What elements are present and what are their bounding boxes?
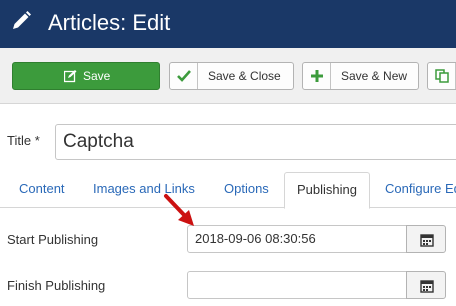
edit-icon <box>63 63 77 89</box>
save-as-copy-button[interactable] <box>427 62 456 90</box>
tab-publishing[interactable]: Publishing <box>284 172 370 209</box>
page-title: Articles: Edit <box>48 10 171 35</box>
save-label: Save <box>83 69 111 83</box>
start-publishing-input[interactable]: 2018-09-06 08:30:56 <box>187 225 407 253</box>
tab-bar: Content Images and Links Options Publish… <box>0 172 456 209</box>
pencil-icon <box>10 10 32 32</box>
finish-publishing-input[interactable] <box>187 271 407 299</box>
save-new-label: Save & New <box>341 69 408 83</box>
title-label: Title * <box>7 133 40 148</box>
finish-publishing-label: Finish Publishing <box>7 278 106 293</box>
tab-configure-edit-screen[interactable]: Configure Ed <box>385 172 456 208</box>
copy-icon <box>428 63 456 89</box>
start-publishing-calendar-button[interactable] <box>406 225 446 253</box>
calendar-icon <box>420 280 434 293</box>
tab-content[interactable]: Content <box>19 172 65 208</box>
calendar-icon <box>420 234 434 247</box>
annotation-arrow <box>164 194 194 226</box>
save-button[interactable]: Save <box>12 62 160 90</box>
finish-publishing-calendar-button[interactable] <box>406 271 446 299</box>
save-new-button[interactable]: Save & New <box>302 62 419 90</box>
title-input[interactable]: Captcha <box>55 124 456 160</box>
plus-icon <box>303 63 331 89</box>
save-close-label: Save & Close <box>208 69 281 83</box>
toolbar: Save Save & Close Save & New <box>0 48 456 104</box>
page-header: Articles: Edit <box>0 0 456 48</box>
save-close-button[interactable]: Save & Close <box>169 62 294 90</box>
tab-options[interactable]: Options <box>224 172 269 208</box>
check-icon <box>170 63 198 89</box>
start-publishing-label: Start Publishing <box>7 232 99 247</box>
